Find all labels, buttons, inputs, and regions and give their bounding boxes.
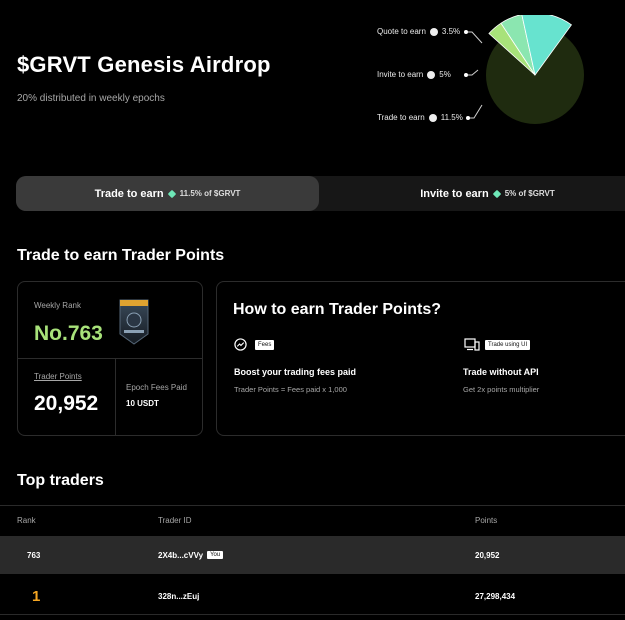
pie-label-percent: 3.5% bbox=[441, 27, 461, 36]
column-header-points: Points bbox=[475, 516, 498, 525]
weekly-rank-value: No.763 bbox=[34, 322, 103, 345]
epoch-fees-label: Epoch Fees Paid bbox=[126, 383, 187, 392]
divider bbox=[115, 358, 116, 435]
you-badge: You bbox=[207, 551, 224, 559]
how-heading-fees: Boost your trading fees paid bbox=[234, 367, 357, 377]
top-traders-title: Top traders bbox=[17, 472, 104, 489]
how-desc-fees: Trader Points = Fees paid x 1,000 bbox=[234, 385, 347, 394]
distribution-pie: Quote to earn 3.5% Invite to earn 5% Tra… bbox=[360, 15, 625, 135]
coin-icon bbox=[429, 27, 438, 36]
trader-points-label[interactable]: Trader Points bbox=[34, 372, 82, 381]
table-row-you[interactable]: 763 2X4b...cVVy You 20,952 bbox=[0, 536, 625, 574]
tab-invite-to-earn[interactable]: Invite to earn 5% of $GRVT bbox=[319, 176, 625, 211]
column-header-trader-id: Trader ID bbox=[158, 516, 192, 525]
tab-sublabel: 5% of $GRVT bbox=[504, 189, 555, 198]
rank-cell: 763 bbox=[27, 550, 41, 560]
pie-label-invite: Invite to earn 5% bbox=[377, 70, 451, 79]
how-desc-api: Get 2x points multiplier bbox=[463, 385, 540, 394]
trade-ui-tag: Trade using UI bbox=[485, 340, 531, 350]
sparkle-icon bbox=[492, 189, 501, 198]
column-header-rank: Rank bbox=[17, 516, 36, 525]
epoch-fees-value: 10 USDT bbox=[126, 399, 159, 408]
devices-icon bbox=[464, 338, 480, 351]
tab-trade-to-earn[interactable]: Trade to earn 11.5% of $GRVT bbox=[16, 176, 319, 211]
weekly-rank-label: Weekly Rank bbox=[34, 301, 81, 310]
trader-id-cell: 2X4b...cVVy You bbox=[158, 536, 224, 574]
tab-label: Invite to earn bbox=[420, 187, 489, 200]
pie-label-quote: Quote to earn 3.5% bbox=[377, 27, 460, 36]
pie-label-text: Trade to earn bbox=[377, 113, 425, 122]
trader-points-value: 20,952 bbox=[34, 392, 99, 415]
rank-cell: 1 bbox=[32, 587, 41, 605]
divider bbox=[18, 358, 202, 359]
section-title: Trade to earn Trader Points bbox=[17, 247, 225, 264]
divider bbox=[0, 505, 625, 506]
pie-label-trade: Trade to earn 11.5% bbox=[377, 113, 463, 122]
tab-label: Trade to earn bbox=[94, 187, 164, 200]
trader-id-cell: 328n...zEuj bbox=[158, 591, 200, 601]
tab-sublabel: 11.5% of $GRVT bbox=[179, 189, 241, 198]
rank-card: Weekly Rank No.763 Trader Points 20,952 … bbox=[17, 281, 203, 436]
sparkle-icon bbox=[167, 189, 176, 198]
trader-id: 2X4b...cVVy bbox=[158, 550, 204, 560]
how-to-earn-card: How to earn Trader Points? Fees Boost yo… bbox=[216, 281, 625, 436]
pie-label-text: Quote to earn bbox=[377, 27, 426, 36]
trend-up-icon bbox=[234, 338, 247, 351]
page-subtitle: 20% distributed in weekly epochs bbox=[17, 93, 165, 104]
points-cell: 20,952 bbox=[475, 550, 500, 560]
how-title: How to earn Trader Points? bbox=[233, 301, 442, 318]
page-title: $GRVT Genesis Airdrop bbox=[17, 52, 271, 77]
points-cell: 27,298,434 bbox=[475, 591, 516, 601]
pie-label-percent: 5% bbox=[439, 70, 451, 79]
earn-tabs: Trade to earn 11.5% of $GRVT Invite to e… bbox=[16, 176, 625, 211]
pie-label-percent: 11.5% bbox=[440, 113, 463, 122]
rank-badge-icon bbox=[119, 299, 149, 345]
how-heading-api: Trade without API bbox=[463, 367, 539, 377]
coin-icon bbox=[427, 70, 436, 79]
fees-tag: Fees bbox=[255, 340, 275, 350]
table-row[interactable]: 1 328n...zEuj 27,298,434 bbox=[0, 577, 625, 615]
coin-icon bbox=[428, 113, 437, 122]
pie-label-text: Invite to earn bbox=[377, 70, 424, 79]
